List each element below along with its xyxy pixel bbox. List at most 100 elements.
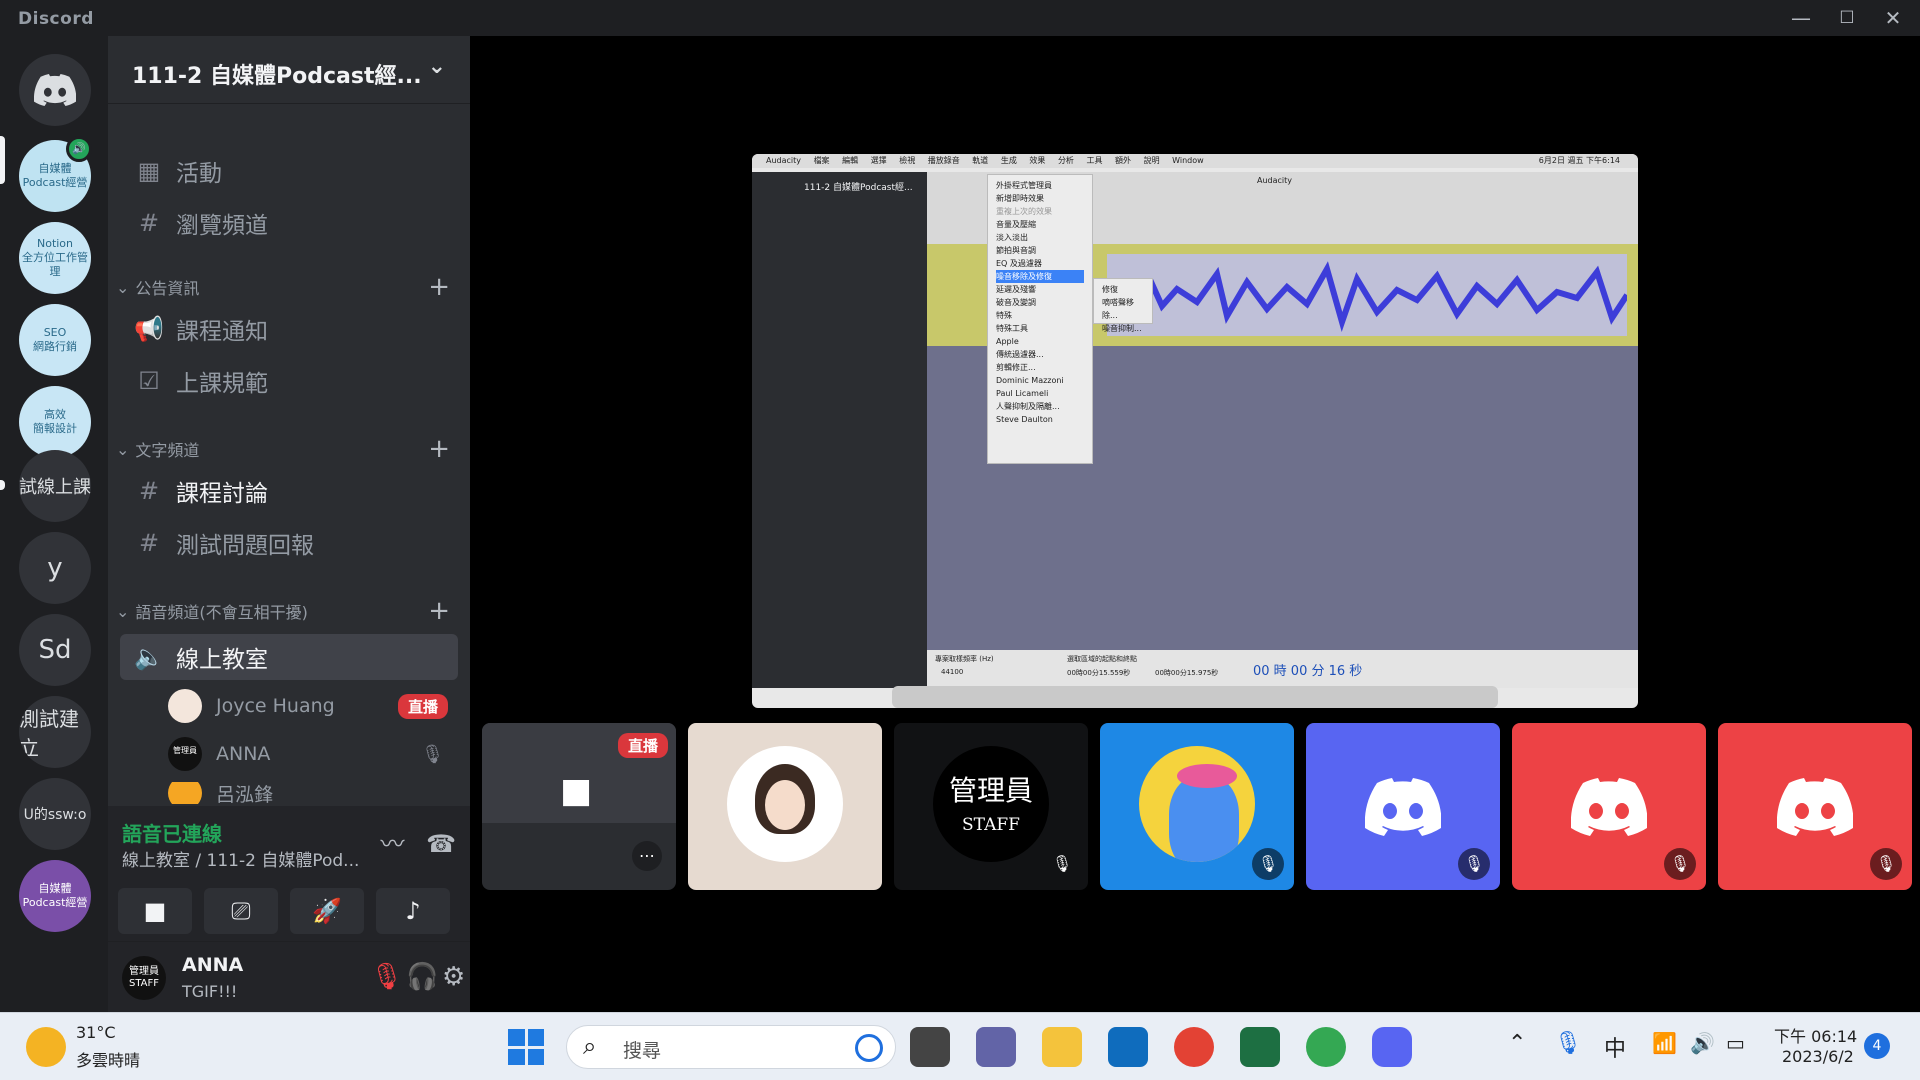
sidebar-item-events[interactable]: ▦ 活動 <box>120 148 458 194</box>
soundboard-button[interactable]: ♪ <box>376 888 450 934</box>
discord-avatar-icon <box>1571 777 1647 836</box>
category-voice[interactable]: ⌄ 語音頻道(不會互相干擾) + <box>116 596 462 626</box>
sample-rate-value: 44100 <box>941 668 964 676</box>
custom-status: TGIF!!! <box>182 982 238 1001</box>
participant-tile-discord-2[interactable]: 🎙 <box>1512 723 1706 890</box>
menubar-item: 分析 <box>1057 156 1074 165</box>
time-display: 00 時 00 分 16 秒 <box>1253 664 1363 679</box>
camera-button[interactable]: ■ <box>118 888 192 934</box>
taskbar-search[interactable]: ⌕ 搜尋 <box>566 1025 896 1069</box>
excel-icon[interactable] <box>1240 1027 1280 1067</box>
notification-badge[interactable]: 4 <box>1864 1033 1890 1059</box>
home-button[interactable] <box>19 54 91 126</box>
channel-course-discussion[interactable]: # 課程討論 <box>120 468 458 514</box>
add-channel-icon[interactable]: + <box>428 596 450 626</box>
guild-header[interactable]: 111-2 自媒體Podcast經... ⌄ <box>108 36 470 104</box>
category-announcements[interactable]: ⌄ 公告資訊 + <box>116 272 462 302</box>
wifi-icon[interactable]: 📶 <box>1652 1031 1677 1055</box>
add-channel-icon[interactable]: + <box>428 272 450 302</box>
menubar-item: 額外 <box>1115 156 1132 165</box>
participant-tile-joyce[interactable] <box>688 723 882 890</box>
screen-share-stream[interactable]: Audacity 檔案 編輯 選擇 檢視 播放錄音 軌道 生成 效果 分析 工具… <box>752 154 1638 708</box>
participant-tile-stream[interactable]: 直播 ■ ⋯ <box>482 723 676 890</box>
more-options-icon[interactable]: ⋯ <box>632 841 662 871</box>
voice-channel-online-classroom[interactable]: 🔈 線上教室 <box>120 634 458 680</box>
volume-icon[interactable]: 🔊 <box>1690 1031 1715 1055</box>
microphone-icon[interactable]: 🎙 <box>1554 1031 1582 1056</box>
bing-icon[interactable] <box>855 1034 883 1062</box>
participant-tile-character[interactable]: 🎙 <box>1100 723 1294 890</box>
voice-location[interactable]: 線上教室 / 111-2 自媒體Pod... <box>122 846 359 871</box>
mac-clock: 6月2日 週五 下午6:14 <box>1538 156 1620 165</box>
menu-item: Dominic Mazzoni <box>996 376 1064 385</box>
active-server-pill <box>0 136 5 184</box>
menu-item: 淡入淡出 <box>996 233 1028 242</box>
server-label: Sd <box>38 635 72 665</box>
clock-time[interactable]: 下午 06:14 <box>1774 1023 1857 1047</box>
discord-home-icon <box>34 74 76 106</box>
file-explorer-icon[interactable] <box>1042 1027 1082 1067</box>
input-method-indicator[interactable]: 中 <box>1604 1031 1626 1063</box>
live-badge: 直播 <box>397 693 448 719</box>
avatar <box>168 782 202 804</box>
menu-item: 特殊 <box>996 311 1012 320</box>
user-panel: 管理員 STAFF ANNA TGIF!!! 🎙 🎧 ⚙ <box>108 942 470 1012</box>
voice-panel-icons: 〰 ☎ <box>380 824 456 859</box>
share-screen-button[interactable]: ⎚ <box>204 888 278 934</box>
weather-description[interactable]: 多雲時晴 <box>76 1047 140 1071</box>
server-y[interactable]: y <box>19 532 91 604</box>
task-view-icon[interactable] <box>910 1027 950 1067</box>
menu-item: 延遲及殘響 <box>996 285 1036 294</box>
weather-icon[interactable] <box>26 1027 66 1067</box>
channel-bug-report[interactable]: # 測試問題回報 <box>120 520 458 566</box>
unread-pill <box>0 480 5 490</box>
start-button[interactable] <box>508 1029 544 1065</box>
server-ussw[interactable]: U的ssw:o <box>19 778 91 850</box>
avatar[interactable]: 管理員 STAFF <box>122 956 166 1000</box>
menu-item: 節拍與音調 <box>996 246 1036 255</box>
mute-mic-icon[interactable]: 🎙 <box>370 962 403 992</box>
headphones-icon[interactable]: 🎧 <box>406 962 438 992</box>
server-podcast-2[interactable]: 自媒體 Podcast經營 <box>19 860 91 932</box>
noise-suppression-icon[interactable]: 〰 <box>380 830 404 858</box>
clock-date[interactable]: 2023/6/2 <box>1782 1047 1854 1066</box>
voice-user[interactable]: 管理員 ANNA 🎙 <box>168 734 458 774</box>
chrome-profile-icon[interactable] <box>1306 1027 1346 1067</box>
sidebar-item-label: 瀏覽頻道 <box>176 213 268 239</box>
weather-temperature[interactable]: 31°C <box>76 1023 116 1042</box>
battery-icon[interactable]: ▭ <box>1726 1031 1745 1055</box>
search-placeholder: 搜尋 <box>623 1040 662 1062</box>
disconnect-icon[interactable]: ☎ <box>426 830 456 858</box>
server-test-create[interactable]: 測試建立 <box>19 696 91 768</box>
voice-user[interactable]: Joyce Huang 直播 <box>168 686 458 726</box>
server-notion[interactable]: Notion 全方位工作管理 <box>19 222 91 294</box>
minimize-button[interactable]: — <box>1778 0 1824 36</box>
menubar-item: 說明 <box>1143 156 1160 165</box>
menubar-item: 播放錄音 <box>927 156 960 165</box>
close-window-button[interactable]: ✕ <box>1870 0 1916 36</box>
chevron-up-icon[interactable]: ⌃ <box>1508 1031 1526 1056</box>
server-trial-class[interactable]: 試線上課 <box>19 450 91 522</box>
chrome-icon[interactable] <box>1174 1027 1214 1067</box>
add-channel-icon[interactable]: + <box>428 434 450 464</box>
sidebar-item-browse-channels[interactable]: # 瀏覽頻道 <box>120 200 458 246</box>
channel-course-notice[interactable]: 📢 課程通知 <box>120 306 458 352</box>
voice-user[interactable]: 呂泓鋒 <box>168 782 458 804</box>
maximize-button[interactable]: ☐ <box>1824 0 1870 36</box>
discord-taskbar-icon[interactable] <box>1372 1027 1412 1067</box>
voice-connection-panel: 語音已連線 線上教室 / 111-2 自媒體Pod... 〰 ☎ ■ ⎚ 🚀 ♪ <box>108 806 470 942</box>
voice-user-name: 呂泓鋒 <box>216 783 274 805</box>
teams-chat-icon[interactable] <box>976 1027 1016 1067</box>
muted-mic-icon: 🎙 <box>421 743 444 765</box>
server-seo[interactable]: SEO 網路行銷 <box>19 304 91 376</box>
channel-class-rules[interactable]: ☑ 上課規範 <box>120 358 458 404</box>
server-sd[interactable]: Sd <box>19 614 91 686</box>
server-slides[interactable]: 高效 簡報設計 <box>19 386 91 458</box>
activities-button[interactable]: 🚀 <box>290 888 364 934</box>
participant-tile-discord-3[interactable]: 🎙 <box>1718 723 1912 890</box>
category-text[interactable]: ⌄ 文字頻道 + <box>116 434 462 464</box>
gear-icon[interactable]: ⚙ <box>442 962 465 992</box>
participant-tile-anna[interactable]: 管理員 STAFF 🎙 <box>894 723 1088 890</box>
participant-tile-discord-1[interactable]: 🎙 <box>1306 723 1500 890</box>
outlook-icon[interactable] <box>1108 1027 1148 1067</box>
